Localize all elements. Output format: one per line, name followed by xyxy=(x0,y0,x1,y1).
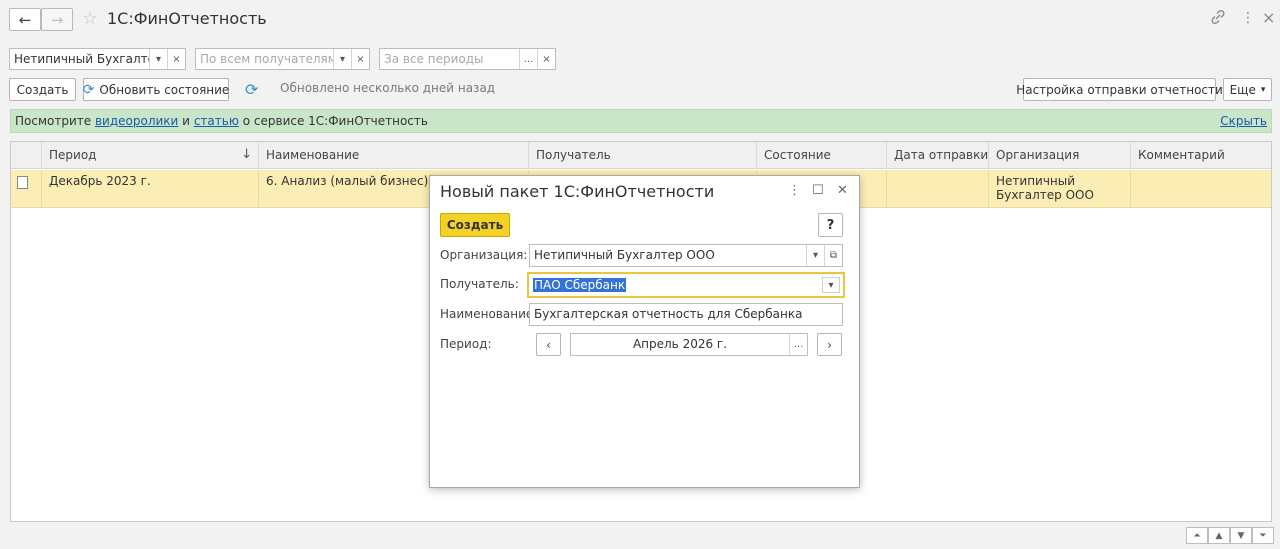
choose-icon[interactable]: ... xyxy=(789,334,807,355)
scroll-first-button[interactable]: ⏶ xyxy=(1186,527,1208,544)
send-settings-button[interactable]: Настройка отправки отчетности xyxy=(1016,78,1223,101)
videos-link[interactable]: видеоролики xyxy=(95,114,178,128)
period-filter-placeholder[interactable]: За все периоды xyxy=(380,49,519,69)
organization-filter-value[interactable]: Нетипичный Бухгалтер ОО xyxy=(10,49,149,69)
period-filter[interactable]: За все периоды ... × xyxy=(379,48,556,70)
recipient-value[interactable]: ПАО Сбербанк xyxy=(533,278,627,292)
recipient-field[interactable]: ПАО Сбербанк ▾ xyxy=(527,272,845,298)
article-link[interactable]: статью xyxy=(194,114,239,128)
scroll-last-button[interactable]: ⏷ xyxy=(1252,527,1274,544)
forward-button[interactable]: → xyxy=(41,8,73,31)
open-icon[interactable]: ⧉ xyxy=(824,245,842,266)
name-field[interactable]: Бухгалтерская отчетность для Сбербанка xyxy=(529,303,843,326)
create-button[interactable]: Создать xyxy=(9,78,76,101)
column-header-period[interactable]: Период ↓ xyxy=(41,142,258,169)
period-prev-button[interactable]: ‹ xyxy=(536,333,561,356)
column-header-sent-date[interactable]: Дата отправки xyxy=(886,142,988,169)
clear-icon[interactable]: × xyxy=(167,49,185,69)
dialog-title: Новый пакет 1С:ФинОтчетности xyxy=(440,182,715,201)
organization-value[interactable]: Нетипичный Бухгалтер ООО xyxy=(530,245,806,266)
sort-arrow-icon: ↓ xyxy=(241,147,252,162)
name-label: Наименование: xyxy=(440,307,538,321)
arrow-left-icon: ← xyxy=(18,10,32,29)
info-banner: Посмотрите видеоролики и статью о сервис… xyxy=(10,109,1272,133)
page-title: 1С:ФинОтчетность xyxy=(107,9,267,28)
dropdown-icon: ▾ xyxy=(1260,84,1266,95)
back-button[interactable]: ← xyxy=(9,8,41,31)
period-label: Период: xyxy=(440,337,492,351)
organization-label: Организация: xyxy=(440,248,528,262)
refresh-status-label: Обновить состояние xyxy=(99,82,230,97)
organization-field[interactable]: Нетипичный Бухгалтер ООО ▾ ⧉ xyxy=(529,244,843,267)
scroll-up-button[interactable]: ▲ xyxy=(1208,527,1230,544)
column-header-recipient[interactable]: Получатель xyxy=(528,142,756,169)
banner-mid: и xyxy=(182,114,190,128)
maximize-icon[interactable]: ☐ xyxy=(812,183,824,198)
organization-filter[interactable]: Нетипичный Бухгалтер ОО ▾ × xyxy=(9,48,186,70)
dropdown-icon[interactable]: ▾ xyxy=(333,49,351,69)
clear-icon[interactable]: × xyxy=(537,49,555,69)
column-header-status[interactable]: Состояние xyxy=(756,142,886,169)
column-header-organization[interactable]: Организация xyxy=(988,142,1130,169)
name-value[interactable]: Бухгалтерская отчетность для Сбербанка xyxy=(530,304,842,325)
scroll-down-button[interactable]: ▼ xyxy=(1230,527,1252,544)
cell-sent-date xyxy=(886,170,988,208)
banner-prefix: Посмотрите xyxy=(15,114,92,128)
dropdown-icon[interactable]: ▾ xyxy=(822,277,840,293)
cell-comment xyxy=(1130,170,1271,208)
update-status-text: Обновлено несколько дней назад xyxy=(280,81,496,95)
more-button[interactable]: Еще ▾ xyxy=(1223,78,1272,101)
new-package-dialog[interactable]: Новый пакет 1С:ФинОтчетности ⋮ ☐ ✕ Созда… xyxy=(429,175,860,488)
column-header-comment[interactable]: Комментарий xyxy=(1130,142,1271,169)
arrow-right-icon: → xyxy=(50,10,64,29)
cell-period: Декабрь 2023 г. xyxy=(41,170,258,208)
more-label: Еще xyxy=(1229,82,1256,97)
recipient-label: Получатель: xyxy=(440,277,519,291)
document-icon xyxy=(17,176,28,189)
clear-icon[interactable]: × xyxy=(351,49,369,69)
table-header: Период ↓ Наименование Получатель Состоян… xyxy=(11,142,1271,169)
sync-icon[interactable]: ⟳ xyxy=(245,80,258,99)
favorite-star-icon[interactable]: ☆ xyxy=(82,8,98,29)
dialog-menu-icon[interactable]: ⋮ xyxy=(788,183,801,198)
cell-organization: Нетипичный Бухгалтер ООО xyxy=(988,170,1130,208)
help-button[interactable]: ? xyxy=(818,213,843,237)
banner-suffix: о сервисе 1С:ФинОтчетность xyxy=(242,114,428,128)
refresh-icon: ⟳ xyxy=(82,81,95,98)
more-menu-icon[interactable]: ⋮ xyxy=(1241,10,1255,26)
dropdown-icon[interactable]: ▾ xyxy=(149,49,167,69)
hide-banner-link[interactable]: Скрыть xyxy=(1220,114,1267,128)
choose-icon[interactable]: ... xyxy=(519,49,537,69)
dropdown-icon[interactable]: ▾ xyxy=(806,245,824,266)
close-icon[interactable]: × xyxy=(1262,8,1275,27)
recipient-filter[interactable]: По всем получателям ▾ × xyxy=(195,48,370,70)
dialog-create-button[interactable]: Создать xyxy=(440,213,510,237)
refresh-status-button[interactable]: ⟳ Обновить состояние xyxy=(83,78,229,101)
period-next-button[interactable]: › xyxy=(817,333,842,356)
link-icon[interactable] xyxy=(1211,9,1225,28)
column-header-name[interactable]: Наименование xyxy=(258,142,528,169)
period-value[interactable]: Апрель 2026 г. xyxy=(571,334,789,355)
dialog-close-icon[interactable]: ✕ xyxy=(837,183,848,198)
recipient-filter-placeholder[interactable]: По всем получателям xyxy=(196,49,333,69)
period-field[interactable]: Апрель 2026 г. ... xyxy=(570,333,808,356)
